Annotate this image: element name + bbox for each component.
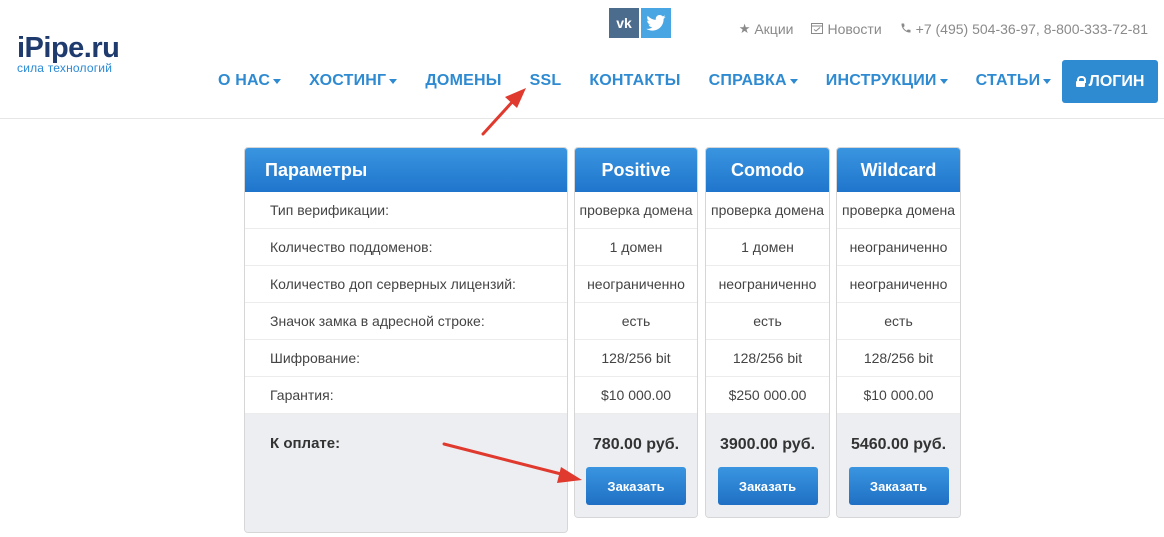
plan-footer: 3900.00 руб. Заказать xyxy=(706,414,829,517)
chevron-down-icon xyxy=(273,79,282,84)
plan-value: 128/256 bit xyxy=(706,340,829,377)
nav-domains[interactable]: ДОМЕНЫ xyxy=(425,72,501,90)
plan-value: неограниченно xyxy=(837,229,960,266)
news-label: Новости xyxy=(827,21,882,37)
social-links: vk xyxy=(609,8,671,38)
login-label: ЛОГИН xyxy=(1088,72,1145,90)
star-icon: ★ xyxy=(738,21,751,36)
plan-value: есть xyxy=(575,303,697,340)
plan-value: 128/256 bit xyxy=(575,340,697,377)
nav-articles-label: СТАТЬИ xyxy=(975,72,1041,89)
nav-contacts-label: КОНТАКТЫ xyxy=(589,72,681,89)
nav-about[interactable]: О НАС xyxy=(218,72,282,90)
plan-column-wildcard: Wildcard проверка домена неограниченно н… xyxy=(836,147,961,518)
param-row: Количество поддоменов: xyxy=(245,229,567,266)
order-button-wildcard[interactable]: Заказать xyxy=(848,467,949,505)
twitter-bird-icon xyxy=(646,15,666,31)
params-title: Параметры xyxy=(245,148,567,192)
site-logo[interactable]: iPipe.ru сила технологий xyxy=(17,32,120,75)
plan-value: проверка домена xyxy=(837,192,960,229)
param-row: Тип верификации: xyxy=(245,192,567,229)
vk-icon[interactable]: vk xyxy=(609,8,639,38)
order-button-comodo[interactable]: Заказать xyxy=(717,467,818,505)
nav-help-label: СПРАВКА xyxy=(708,72,787,89)
plan-name: Comodo xyxy=(706,148,829,192)
order-button-positive[interactable]: Заказать xyxy=(586,467,686,505)
plan-value: проверка домена xyxy=(575,192,697,229)
main-nav: О НАС ХОСТИНГ ДОМЕНЫ SSL КОНТАКТЫ СПРАВК… xyxy=(218,72,1079,90)
nav-hosting[interactable]: ХОСТИНГ xyxy=(309,72,398,90)
lock-icon xyxy=(1075,76,1086,87)
news-link[interactable]: Новости xyxy=(811,21,882,37)
nav-about-label: О НАС xyxy=(218,72,271,89)
plan-price: 5460.00 руб. xyxy=(850,436,947,453)
nav-contacts[interactable]: КОНТАКТЫ xyxy=(589,72,680,90)
top-links: ★ Акции Новости +7 (495) 504-36-97, 8-80… xyxy=(739,21,1148,37)
nav-ssl[interactable]: SSL xyxy=(530,72,562,90)
plan-value: 1 домен xyxy=(706,229,829,266)
param-row: Гарантия: xyxy=(245,377,567,414)
params-column: Параметры Тип верификации: Количество по… xyxy=(244,147,568,533)
chevron-down-icon xyxy=(939,79,948,84)
phone-text: +7 (495) 504-36-97, 8-800-333-72-81 xyxy=(915,21,1148,37)
plan-name: Wildcard xyxy=(837,148,960,192)
chevron-down-icon xyxy=(1043,79,1052,84)
plan-footer: 780.00 руб. Заказать xyxy=(575,414,697,517)
plan-value: неограниченно xyxy=(706,266,829,303)
plan-column-comodo: Comodo проверка домена 1 домен неогранич… xyxy=(705,147,830,518)
plan-column-positive: Positive проверка домена 1 домен неогран… xyxy=(574,147,698,518)
nav-help[interactable]: СПРАВКА xyxy=(709,72,798,90)
plan-price: 780.00 руб. xyxy=(592,436,680,453)
plan-value: 1 домен xyxy=(575,229,697,266)
plan-value: есть xyxy=(837,303,960,340)
nav-instructions-label: ИНСТРУКЦИИ xyxy=(825,72,937,89)
actions-link[interactable]: ★ Акции xyxy=(739,21,794,37)
calendar-icon xyxy=(811,22,824,37)
plan-value: $10 000.00 xyxy=(575,377,697,414)
nav-articles[interactable]: СТАТЬИ xyxy=(976,72,1052,90)
twitter-icon[interactable] xyxy=(641,8,671,38)
logo-title: iPipe.ru xyxy=(17,32,120,64)
plan-value: $250 000.00 xyxy=(706,377,829,414)
param-row: Шифрование: xyxy=(245,340,567,377)
phone-icon xyxy=(900,22,912,37)
plan-value: неограниченно xyxy=(837,266,960,303)
plan-value: 128/256 bit xyxy=(837,340,960,377)
plan-value: есть xyxy=(706,303,829,340)
plan-value: $10 000.00 xyxy=(837,377,960,414)
site-header: iPipe.ru сила технологий vk ★ Акции Ново… xyxy=(0,0,1164,119)
nav-ssl-label: SSL xyxy=(529,72,562,89)
plan-price: 3900.00 руб. xyxy=(719,436,816,453)
plan-value: проверка домена xyxy=(706,192,829,229)
chevron-down-icon xyxy=(789,79,798,84)
login-button[interactable]: ЛОГИН xyxy=(1062,60,1158,103)
nav-instructions[interactable]: ИНСТРУКЦИИ xyxy=(826,72,948,90)
plan-value: неограниченно xyxy=(575,266,697,303)
param-row: Количество доп серверных лицензий: xyxy=(245,266,567,303)
params-footer: К оплате: xyxy=(245,414,567,532)
nav-hosting-label: ХОСТИНГ xyxy=(309,72,387,89)
plan-name: Positive xyxy=(575,148,697,192)
actions-label: Акции xyxy=(754,21,794,37)
param-row: Значок замка в адресной строке: xyxy=(245,303,567,340)
phone-info: +7 (495) 504-36-97, 8-800-333-72-81 xyxy=(900,21,1148,37)
logo-tagline: сила технологий xyxy=(17,61,113,75)
chevron-down-icon xyxy=(389,79,398,84)
plan-footer: 5460.00 руб. Заказать xyxy=(837,414,960,517)
nav-domains-label: ДОМЕНЫ xyxy=(425,72,502,89)
pay-label: К оплате: xyxy=(270,435,341,452)
